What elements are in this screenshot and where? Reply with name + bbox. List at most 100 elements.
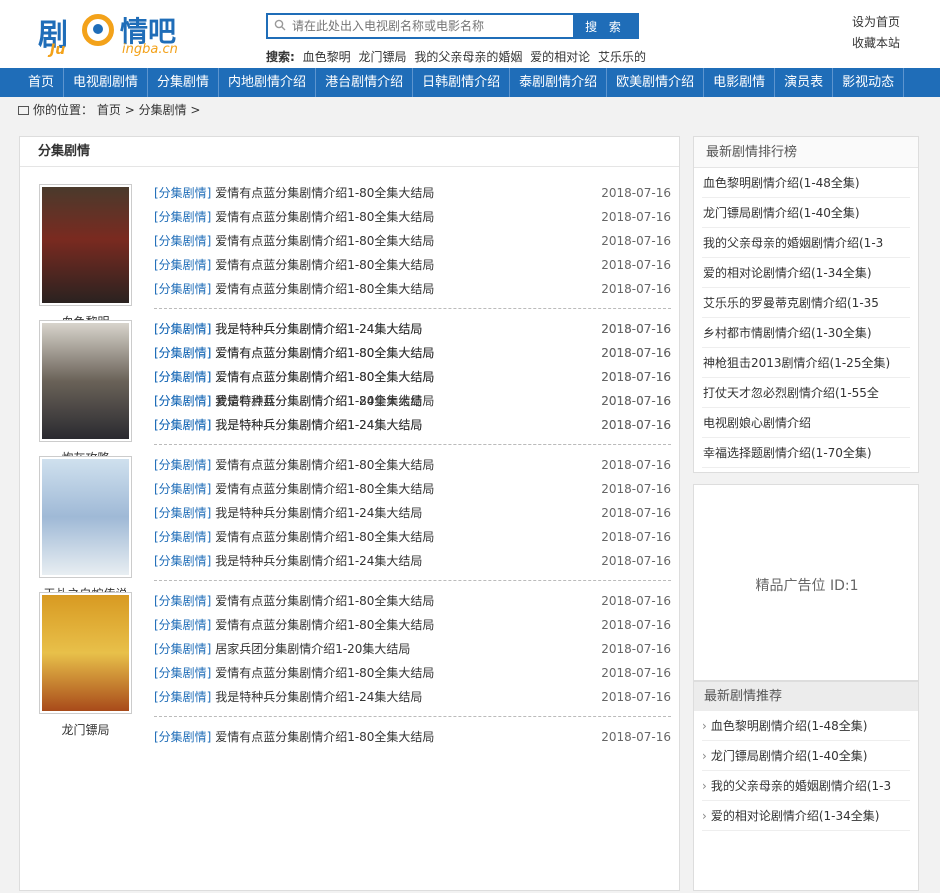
breadcrumb-current[interactable]: 分集剧情: [139, 103, 187, 117]
episode-row[interactable]: [分集剧情] 爱情有点蓝分集剧情介绍1-80全集大结局 2018-07-16: [154, 613, 671, 637]
episode-title[interactable]: 爱情有点蓝分集剧情介绍1-80全集大结局: [215, 730, 434, 744]
episode-title[interactable]: 爱情有点蓝分集剧情介绍1-80全集大结局: [215, 234, 434, 248]
category-tag[interactable]: [分集剧情]: [154, 234, 215, 248]
search-input[interactable]: [292, 17, 572, 35]
recommend-item[interactable]: 血色黎明剧情介绍(1-48全集): [702, 711, 910, 741]
episode-row[interactable]: [分集剧情] 我是特种兵分集剧情介绍1-24集大结局 2018-07-16: [154, 413, 671, 437]
nav-item-tv[interactable]: 电视剧剧情: [64, 68, 149, 97]
recommend-item[interactable]: 我的父亲母亲的婚姻剧情介绍(1-3: [702, 771, 910, 801]
category-tag[interactable]: [分集剧情]: [154, 322, 215, 336]
category-tag[interactable]: [分集剧情]: [154, 258, 215, 272]
hot-item[interactable]: 血色黎明: [303, 50, 351, 64]
drama-poster[interactable]: [39, 320, 132, 442]
ranking-item[interactable]: 我的父亲母亲的婚姻剧情介绍(1-3: [702, 228, 910, 258]
hot-item[interactable]: 我的父亲母亲的婚姻: [414, 50, 522, 64]
episode-row[interactable]: [分集剧情] 我是特种兵分集剧情介绍1-24集大结局 2018-07-16: [154, 389, 671, 413]
hot-item[interactable]: 爱的相对论: [530, 50, 590, 64]
episode-title[interactable]: 我是特种兵分集剧情介绍1-24集大结局: [215, 322, 422, 336]
episode-title[interactable]: 我是特种兵分集剧情介绍1-24集大结局: [215, 418, 422, 432]
search-button[interactable]: 搜 索: [573, 15, 637, 37]
category-tag[interactable]: [分集剧情]: [154, 282, 215, 296]
nav-item-news[interactable]: 影视动态: [833, 68, 905, 97]
episode-row[interactable]: [分集剧情] 爱情有点蓝分集剧情介绍1-80全集大结局 2018-07-16: [154, 725, 671, 749]
category-tag[interactable]: [分集剧情]: [154, 370, 215, 384]
nav-item-movie[interactable]: 电影剧情: [704, 68, 776, 97]
episode-title[interactable]: 我是特种兵分集剧情介绍1-24集大结局: [215, 554, 422, 568]
drama-poster[interactable]: [39, 184, 132, 306]
drama-poster[interactable]: [39, 592, 132, 714]
episode-row[interactable]: [分集剧情] 爱情有点蓝分集剧情介绍1-80全集大结局 2018-07-16: [154, 229, 671, 253]
episode-row[interactable]: [分集剧情] 爱情有点蓝分集剧情介绍1-80全集大结局 2018-07-16: [154, 453, 671, 477]
hot-item[interactable]: 艾乐乐的: [598, 50, 646, 64]
category-tag[interactable]: [分集剧情]: [154, 418, 215, 432]
episode-title[interactable]: 我是特种兵分集剧情介绍1-24集大结局: [215, 690, 422, 704]
category-tag[interactable]: [分集剧情]: [154, 394, 215, 408]
ranking-item[interactable]: 电视剧娘心剧情介绍: [702, 408, 910, 438]
episode-title[interactable]: 爱情有点蓝分集剧情介绍1-80全集大结局: [215, 458, 434, 472]
nav-item-home[interactable]: 首页: [0, 68, 65, 97]
nav-item-cast[interactable]: 演员表: [775, 68, 834, 97]
drama-poster[interactable]: [39, 456, 132, 578]
nav-item-hk-tw[interactable]: 港台剧情介绍: [316, 68, 414, 97]
ranking-item[interactable]: 乡村都市情剧情介绍(1-30全集): [702, 318, 910, 348]
drama-title[interactable]: 龙门镖局: [39, 721, 132, 738]
episode-row[interactable]: [分集剧情] 居家兵团分集剧情介绍1-20集大结局 2018-07-16: [154, 637, 671, 661]
category-tag[interactable]: [分集剧情]: [154, 210, 215, 224]
episode-row[interactable]: [分集剧情] 我是特种兵分集剧情介绍1-24集大结局 2018-07-16: [154, 549, 671, 573]
ranking-item[interactable]: 幸福选择题剧情介绍(1-70全集): [702, 438, 910, 468]
ranking-item[interactable]: 艾乐乐的罗曼蒂克剧情介绍(1-35: [702, 288, 910, 318]
nav-item-episodes[interactable]: 分集剧情: [148, 68, 220, 97]
ranking-item[interactable]: 神枪狙击2013剧情介绍(1-25全集): [702, 348, 910, 378]
episode-title[interactable]: 我是特种兵分集剧情介绍1-24集大结局: [215, 506, 422, 520]
category-tag[interactable]: [分集剧情]: [154, 666, 215, 680]
episode-row[interactable]: [分集剧情] 爱情有点蓝分集剧情介绍1-80全集大结局 2018-07-16: [154, 277, 671, 301]
category-tag[interactable]: [分集剧情]: [154, 690, 215, 704]
episode-title[interactable]: 爱情有点蓝分集剧情介绍1-80全集大结局: [215, 258, 434, 272]
category-tag[interactable]: [分集剧情]: [154, 642, 215, 656]
episode-row[interactable]: [分集剧情] 爱情有点蓝分集剧情介绍1-80全集大结局 2018-07-16: [154, 205, 671, 229]
nav-item-jp-kr[interactable]: 日韩剧情介绍: [413, 68, 511, 97]
ranking-item[interactable]: 爱的相对论剧情介绍(1-34全集): [702, 258, 910, 288]
episode-row[interactable]: [分集剧情] 爱情有点蓝分集剧情介绍1-80全集大结局 2018-07-16: [154, 181, 671, 205]
episode-title[interactable]: 爱情有点蓝分集剧情介绍1-80全集大结局: [215, 210, 434, 224]
episode-row[interactable]: [分集剧情] 我是特种兵分集剧情介绍1-24集大结局 2018-07-16: [154, 501, 671, 525]
episode-title[interactable]: 爱情有点蓝分集剧情介绍1-80全集大结局: [215, 618, 434, 632]
category-tag[interactable]: [分集剧情]: [154, 506, 215, 520]
episode-title[interactable]: 爱情有点蓝分集剧情介绍1-80全集大结局: [215, 282, 434, 296]
ranking-item[interactable]: 血色黎明剧情介绍(1-48全集): [702, 168, 910, 198]
episode-title[interactable]: 我是特种兵分集剧情介绍1-24集大结局: [215, 394, 422, 408]
category-tag[interactable]: [分集剧情]: [154, 458, 215, 472]
category-tag[interactable]: [分集剧情]: [154, 554, 215, 568]
category-tag[interactable]: [分集剧情]: [154, 530, 215, 544]
category-tag[interactable]: [分集剧情]: [154, 346, 215, 360]
hot-item[interactable]: 龙门镖局: [358, 50, 406, 64]
episode-row[interactable]: [分集剧情] 爱情有点蓝分集剧情介绍1-80全集大结局 2018-07-16: [154, 589, 671, 613]
breadcrumb-home[interactable]: 首页: [97, 103, 121, 117]
category-tag[interactable]: [分集剧情]: [154, 730, 215, 744]
category-tag[interactable]: [分集剧情]: [154, 618, 215, 632]
episode-title[interactable]: 爱情有点蓝分集剧情介绍1-80全集大结局: [215, 594, 434, 608]
nav-item-western[interactable]: 欧美剧情介绍: [607, 68, 705, 97]
category-tag[interactable]: [分集剧情]: [154, 482, 215, 496]
episode-row[interactable]: [分集剧情] 爱情有点蓝分集剧情介绍1-80全集大结局 2018-07-16: [154, 661, 671, 685]
nav-item-mainland[interactable]: 内地剧情介绍: [219, 68, 317, 97]
episode-row[interactable]: [分集剧情] 爱情有点蓝分集剧情介绍1-80全集大结局 2018-07-16: [154, 365, 671, 389]
bookmark-link[interactable]: 收藏本站: [852, 33, 900, 54]
ranking-item[interactable]: 龙门镖局剧情介绍(1-40全集): [702, 198, 910, 228]
episode-title[interactable]: 爱情有点蓝分集剧情介绍1-80全集大结局: [215, 482, 434, 496]
episode-title[interactable]: 爱情有点蓝分集剧情介绍1-80全集大结局: [215, 530, 434, 544]
site-logo[interactable]: 剧 情吧 Ju ingba.cn: [38, 6, 188, 62]
episode-title[interactable]: 爱情有点蓝分集剧情介绍1-80全集大结局: [215, 666, 434, 680]
episode-row[interactable]: [分集剧情] 爱情有点蓝分集剧情介绍1-80全集大结局 2018-07-16: [154, 253, 671, 277]
episode-row[interactable]: [分集剧情] 爱情有点蓝分集剧情介绍1-80全集大结局 2018-07-16: [154, 477, 671, 501]
category-tag[interactable]: [分集剧情]: [154, 186, 215, 200]
ad-slot[interactable]: 精品广告位 ID:1: [693, 484, 919, 681]
recommend-item[interactable]: 爱的相对论剧情介绍(1-34全集): [702, 801, 910, 831]
episode-row[interactable]: [分集剧情] 爱情有点蓝分集剧情介绍1-80全集大结局 2018-07-16: [154, 341, 671, 365]
ranking-item[interactable]: 打仗天才忽必烈剧情介绍(1-55全: [702, 378, 910, 408]
episode-row[interactable]: [分集剧情] 爱情有点蓝分集剧情介绍1-80全集大结局 2018-07-16: [154, 525, 671, 549]
episode-title[interactable]: 爱情有点蓝分集剧情介绍1-80全集大结局: [215, 186, 434, 200]
episode-title[interactable]: 爱情有点蓝分集剧情介绍1-80全集大结局: [215, 346, 434, 360]
recommend-item[interactable]: 龙门镖局剧情介绍(1-40全集): [702, 741, 910, 771]
set-homepage-link[interactable]: 设为首页: [852, 12, 900, 33]
